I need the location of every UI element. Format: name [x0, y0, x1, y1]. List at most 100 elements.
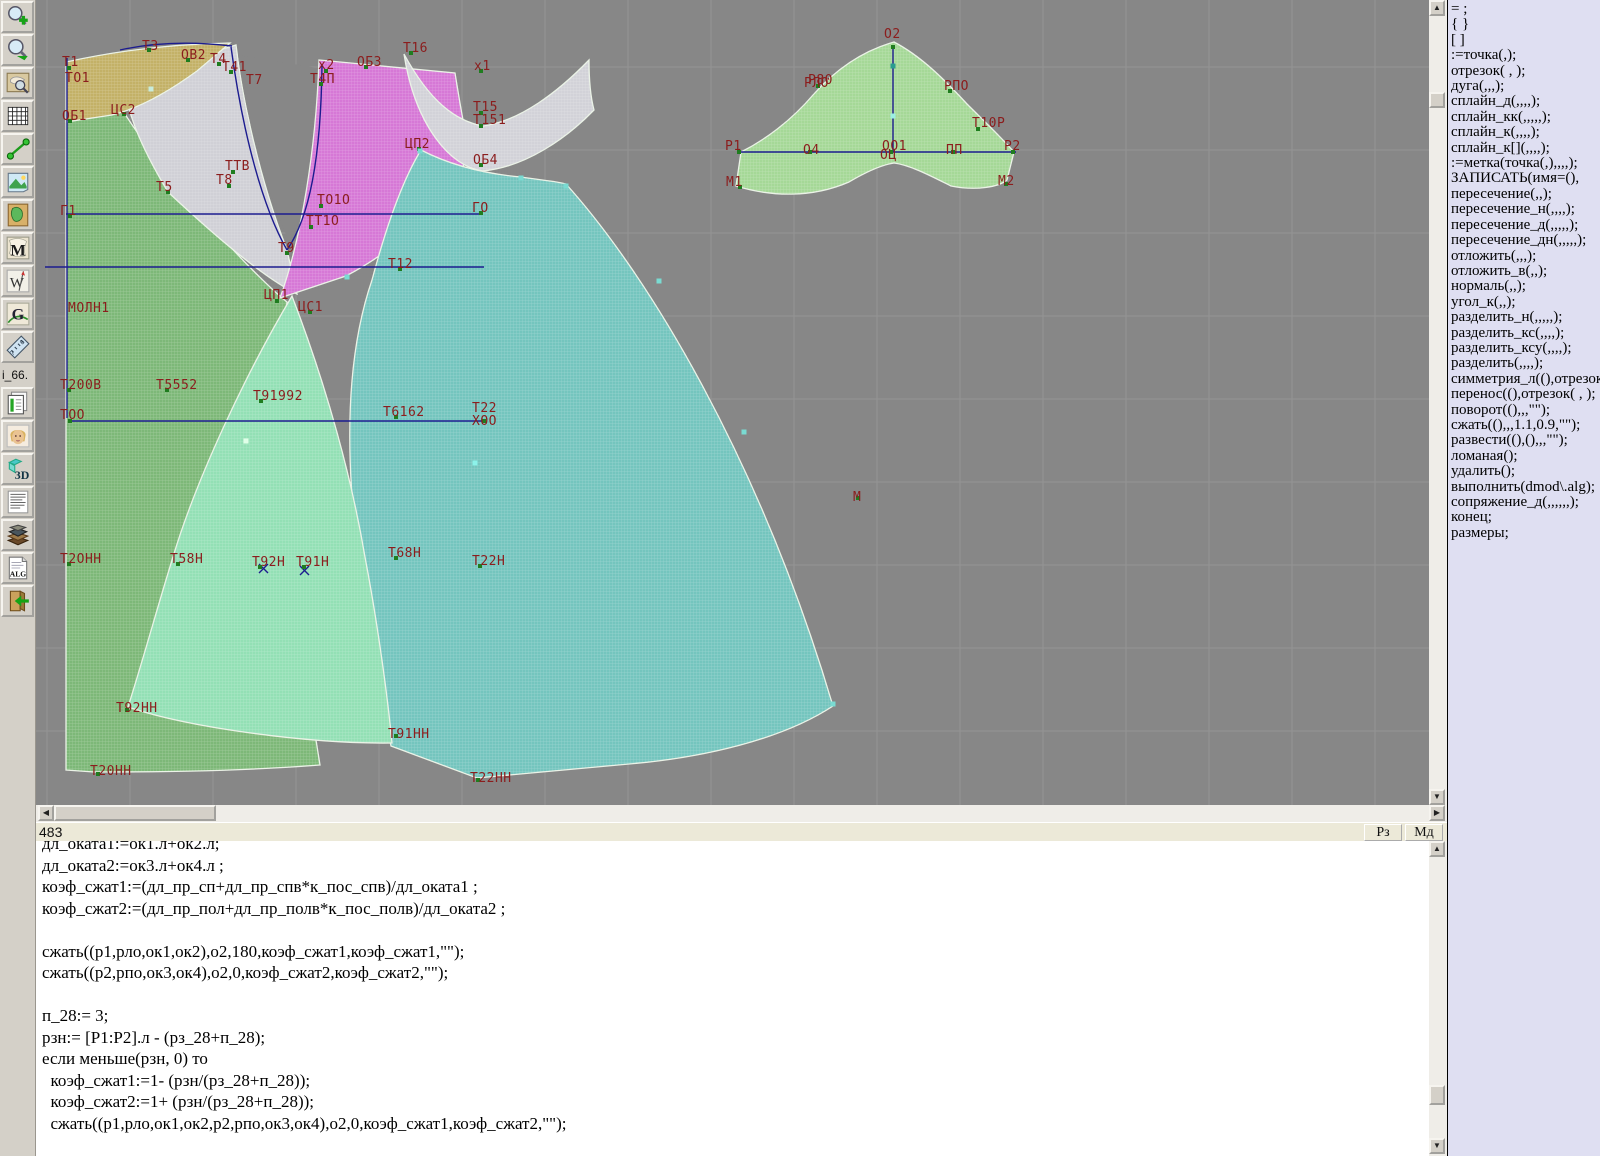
scroll-up-icon[interactable]: ▲ [1429, 841, 1445, 857]
point-label: О4 [803, 143, 820, 158]
toolbar-button-compass-w[interactable]: W [1, 265, 34, 297]
point-label: Т10Р [972, 116, 1005, 131]
command-item[interactable]: сжать((),,,1.1,0.9,""); [1451, 418, 1600, 433]
command-item[interactable]: { } [1451, 17, 1600, 32]
point-label: Т2ОНН [60, 552, 102, 567]
command-item[interactable]: разделить_н(,,,,,); [1451, 310, 1600, 325]
toolbar-button-grading-g[interactable]: G [1, 298, 34, 330]
command-item[interactable]: сплайн_к[](,,,,); [1451, 141, 1600, 156]
point-label: Т5552 [156, 378, 198, 393]
toolbar-button-zoom-out[interactable] [1, 34, 34, 66]
command-item[interactable]: ЗАПИСАТЬ(имя=(), [1451, 171, 1600, 186]
grid-icon [5, 103, 31, 129]
command-item[interactable]: сплайн_кк(,,,,,); [1451, 110, 1600, 125]
code-vscroll-thumb[interactable] [1429, 1085, 1445, 1105]
scroll-right-icon[interactable]: ▶ [1429, 805, 1445, 821]
point-label: Т8 [216, 173, 233, 188]
toolbar-button-photo[interactable] [1, 420, 34, 452]
canvas-vscroll-thumb[interactable] [1429, 92, 1445, 108]
command-item[interactable]: :=точка(,); [1451, 48, 1600, 63]
command-item[interactable]: пересечение_дн(,,,,,); [1451, 233, 1600, 248]
point-label: ГО [472, 201, 489, 216]
command-item[interactable]: пересечение(,,); [1451, 187, 1600, 202]
command-item[interactable]: удалить(); [1451, 464, 1600, 479]
point-label: Т41 [222, 60, 247, 75]
point-label: ОВ2 [181, 48, 206, 63]
command-item[interactable]: разделить_кс(,,,,); [1451, 326, 1600, 341]
command-item[interactable]: разделить_ксу(,,,,); [1451, 341, 1600, 356]
command-item[interactable]: сплайн_к(,,,,); [1451, 125, 1600, 140]
toolbar-button-sketch[interactable] [1, 166, 34, 198]
pattern-cad-window: MWG78i_66.3DALG Т1ТО1Т3ОВ2Т4Т41Т7х2Т4ПОБ… [0, 0, 1600, 1156]
command-item[interactable]: нормаль(,,); [1451, 279, 1600, 294]
toolbar-button-spreadsheet[interactable] [1, 387, 34, 419]
command-item[interactable]: поворот((),,,""); [1451, 403, 1600, 418]
canvas-vertical-scrollbar[interactable]: ▲ ▼ [1429, 0, 1447, 805]
status-button-md[interactable]: Мд [1405, 824, 1443, 841]
toolbar-button-document[interactable] [1, 486, 34, 518]
point-label: Т151 [473, 113, 506, 128]
point-label: Т9 [278, 241, 295, 256]
point-label: Т12 [388, 257, 413, 272]
accent-marker [657, 279, 662, 284]
command-item[interactable]: отложить(,,,); [1451, 249, 1600, 264]
command-item[interactable]: сплайн_д(,,,,); [1451, 94, 1600, 109]
toolbar-button-alg-document[interactable]: ALG [1, 552, 34, 584]
scroll-down-icon[interactable]: ▼ [1429, 1138, 1445, 1154]
point-marker[interactable] [891, 45, 895, 49]
status-button-rz[interactable]: Рз [1364, 824, 1402, 841]
command-item[interactable]: пересечение_д(,,,,,); [1451, 218, 1600, 233]
command-item[interactable]: дуга(,,,); [1451, 79, 1600, 94]
sketch-icon [5, 169, 31, 195]
command-item[interactable]: :=метка(точка(,),,,,); [1451, 156, 1600, 171]
svg-text:G: G [11, 305, 24, 323]
code-vertical-scrollbar[interactable]: ▲ ▼ [1429, 841, 1447, 1156]
command-item[interactable]: конец; [1451, 510, 1600, 525]
toolbar-button-books[interactable] [1, 519, 34, 551]
ruler-icon: 78 [5, 334, 31, 360]
toolbar-button-ruler[interactable]: 78 [1, 331, 34, 363]
command-item[interactable]: развести((),(),,,""); [1451, 433, 1600, 448]
point-label: Т92Н [252, 555, 285, 570]
command-item[interactable]: = ; [1451, 2, 1600, 17]
drawing-canvas[interactable]: Т1ТО1Т3ОВ2Т4Т41Т7х2Т4ПОБ3Т16х1ОБ1ЦС2Т15Т… [36, 0, 1429, 805]
point-label: Т16 [403, 41, 428, 56]
accent-marker [564, 184, 569, 189]
accent-marker [149, 87, 154, 92]
toolbar-button-grid[interactable] [1, 100, 34, 132]
command-item[interactable]: [ ] [1451, 33, 1600, 48]
point-label: х1 [474, 59, 491, 74]
canvas-hscroll-thumb[interactable] [54, 805, 216, 821]
point-label: РПО [944, 79, 969, 94]
command-item[interactable]: симметрия_л((),отрезок [1451, 372, 1600, 387]
command-item[interactable]: ломаная(); [1451, 449, 1600, 464]
status-buttons: РзМд [1361, 824, 1447, 841]
scroll-down-icon[interactable]: ▼ [1429, 789, 1445, 805]
toolbar-button-exit[interactable] [1, 585, 34, 617]
toolbar-button-pattern-preview[interactable] [1, 67, 34, 99]
algorithm-code-editor[interactable]: дл_оката1:=ок1.л+ок2.л; дл_оката2:=ок3.л… [36, 841, 1429, 1156]
command-item[interactable]: выполнить(dmod\.alg); [1451, 480, 1600, 495]
toolbar-button-segment[interactable] [1, 133, 34, 165]
toolbar-button-3d[interactable]: 3D [1, 453, 34, 485]
canvas-horizontal-scrollbar[interactable]: ◀ ▶ [36, 805, 1447, 822]
toolbar-button-measurements-m[interactable]: M [1, 232, 34, 264]
command-item[interactable]: перенос((),отрезок( , ); [1451, 387, 1600, 402]
point-label: ОБ4 [473, 153, 498, 168]
command-item[interactable]: разделить(,,,,); [1451, 356, 1600, 371]
command-item[interactable]: пересечение_н(,,,,); [1451, 202, 1600, 217]
command-item[interactable]: размеры; [1451, 526, 1600, 541]
toolbar-button-zoom-in[interactable] [1, 1, 34, 33]
command-item[interactable]: отложить_в(,,); [1451, 264, 1600, 279]
command-item[interactable]: отрезок( , ); [1451, 64, 1600, 79]
toolbar-button-pattern-card[interactable] [1, 199, 34, 231]
point-label: Т91992 [253, 389, 303, 404]
code-text[interactable]: дл_оката1:=ок1.л+ок2.л; дл_оката2:=ок3.л… [42, 841, 1429, 1156]
scroll-left-icon[interactable]: ◀ [38, 805, 54, 821]
command-item[interactable]: угол_к(,,); [1451, 295, 1600, 310]
point-label: ТО1 [65, 71, 90, 86]
scroll-up-icon[interactable]: ▲ [1429, 0, 1445, 16]
point-label: ТОО [60, 408, 85, 423]
alg-document-icon: ALG [5, 555, 31, 581]
command-item[interactable]: сопряжение_д(,,,,,,); [1451, 495, 1600, 510]
